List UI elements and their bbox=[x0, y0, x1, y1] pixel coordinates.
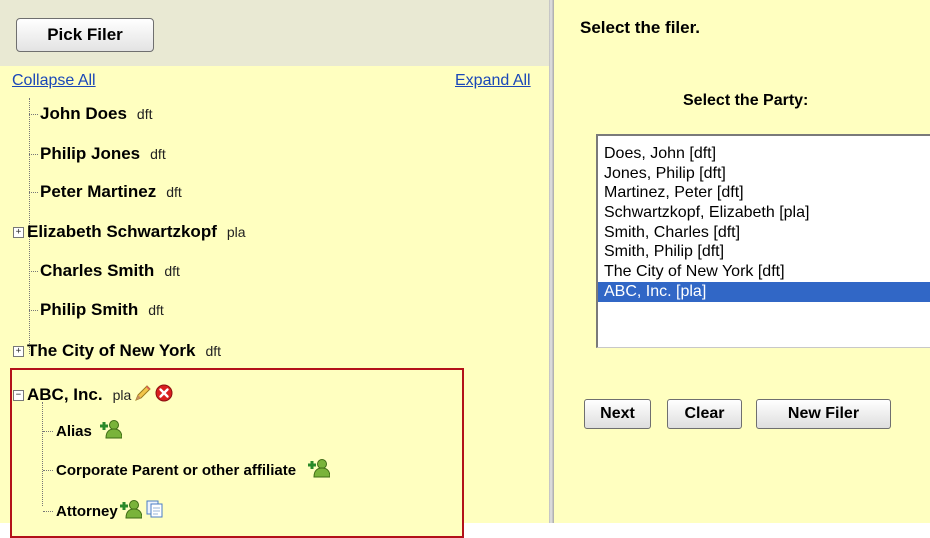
party-option-selected[interactable]: ABC, Inc. [pla] bbox=[598, 281, 930, 302]
tree-connector bbox=[29, 191, 38, 193]
party-option[interactable]: Smith, Philip [dft] bbox=[598, 242, 930, 262]
expand-all-link[interactable]: Expand All bbox=[455, 72, 531, 90]
pick-filer-button[interactable]: Pick Filer bbox=[16, 18, 154, 52]
collapse-toggle-icon[interactable]: − bbox=[13, 389, 24, 401]
tree-node-elizabeth-schwartzkopf[interactable]: + Elizabeth Schwartzkopf pla bbox=[13, 219, 246, 245]
clear-button[interactable]: Clear bbox=[667, 399, 742, 429]
party-name: Charles Smith bbox=[40, 261, 155, 280]
delete-icon[interactable] bbox=[154, 383, 174, 408]
tree-connector bbox=[29, 113, 38, 115]
tree-node-abc-inc[interactable]: − ABC, Inc. pla bbox=[13, 382, 174, 408]
tree-connector bbox=[29, 153, 38, 155]
party-role: pla bbox=[226, 224, 246, 240]
party-role: dft bbox=[150, 146, 166, 162]
new-filer-button[interactable]: New Filer bbox=[756, 399, 891, 429]
tree-connector-line bbox=[42, 402, 43, 506]
party-name: John Does bbox=[40, 104, 127, 123]
next-button[interactable]: Next bbox=[584, 399, 651, 429]
party-list-heading: Select the Party: bbox=[683, 92, 809, 109]
expand-toggle-icon[interactable]: + bbox=[13, 226, 24, 238]
party-role: dft bbox=[136, 106, 153, 122]
child-label: Alias bbox=[56, 423, 92, 440]
party-option[interactable]: Jones, Philip [dft] bbox=[598, 164, 930, 184]
tree-child-attorney[interactable]: Attorney bbox=[43, 499, 165, 524]
party-role: pla bbox=[112, 387, 132, 403]
pencil-edit-icon[interactable] bbox=[133, 383, 153, 408]
tree-node-city-of-new-york[interactable]: + The City of New York dft bbox=[13, 338, 221, 364]
tree-node-peter-martinez[interactable]: Peter Martinez dft bbox=[18, 179, 182, 205]
party-option[interactable]: Smith, Charles [dft] bbox=[598, 223, 930, 243]
party-name: Peter Martinez bbox=[40, 182, 157, 201]
party-role: dft bbox=[205, 343, 222, 359]
expand-toggle-icon[interactable]: + bbox=[13, 345, 24, 357]
party-option[interactable]: The City of New York [dft] bbox=[598, 262, 930, 282]
party-name: Philip Jones bbox=[40, 144, 141, 163]
tree-node-john-does[interactable]: John Does dft bbox=[18, 101, 152, 127]
party-name: ABC, Inc. bbox=[27, 385, 103, 404]
add-person-icon[interactable] bbox=[308, 458, 331, 483]
party-select-list[interactable]: Does, John [dft] Jones, Philip [dft] Mar… bbox=[596, 134, 930, 348]
party-role: dft bbox=[148, 302, 164, 318]
party-name: Elizabeth Schwartzkopf bbox=[27, 222, 217, 241]
tree-connector bbox=[43, 511, 53, 512]
tree-connector bbox=[43, 470, 53, 471]
party-option[interactable]: Martinez, Peter [dft] bbox=[598, 183, 930, 203]
party-name: Philip Smith bbox=[40, 300, 139, 319]
tree-connector bbox=[43, 431, 53, 432]
party-role: dft bbox=[164, 263, 180, 279]
party-option[interactable]: Does, John [dft] bbox=[598, 144, 930, 164]
tree-node-charles-smith[interactable]: Charles Smith dft bbox=[18, 258, 180, 284]
party-option[interactable]: Schwartzkopf, Elizabeth [pla] bbox=[598, 203, 930, 223]
child-label: Corporate Parent or other affiliate bbox=[56, 462, 297, 479]
child-label: Attorney bbox=[56, 503, 118, 520]
add-person-icon[interactable] bbox=[99, 419, 123, 444]
party-name: The City of New York bbox=[27, 341, 196, 360]
tree-node-philip-smith[interactable]: Philip Smith dft bbox=[18, 297, 164, 323]
add-person-icon[interactable] bbox=[119, 499, 143, 524]
page-title: Select the filer. bbox=[580, 18, 700, 37]
copy-icon[interactable] bbox=[145, 499, 165, 524]
party-role: dft bbox=[166, 184, 182, 200]
tree-node-philip-jones[interactable]: Philip Jones dft bbox=[18, 141, 166, 167]
tree-child-alias[interactable]: Alias bbox=[43, 419, 123, 444]
tree-child-corporate-parent[interactable]: Corporate Parent or other affiliate bbox=[43, 458, 331, 483]
tree-connector bbox=[29, 270, 38, 272]
tree-connector bbox=[29, 309, 38, 311]
collapse-all-link[interactable]: Collapse All bbox=[12, 72, 96, 90]
